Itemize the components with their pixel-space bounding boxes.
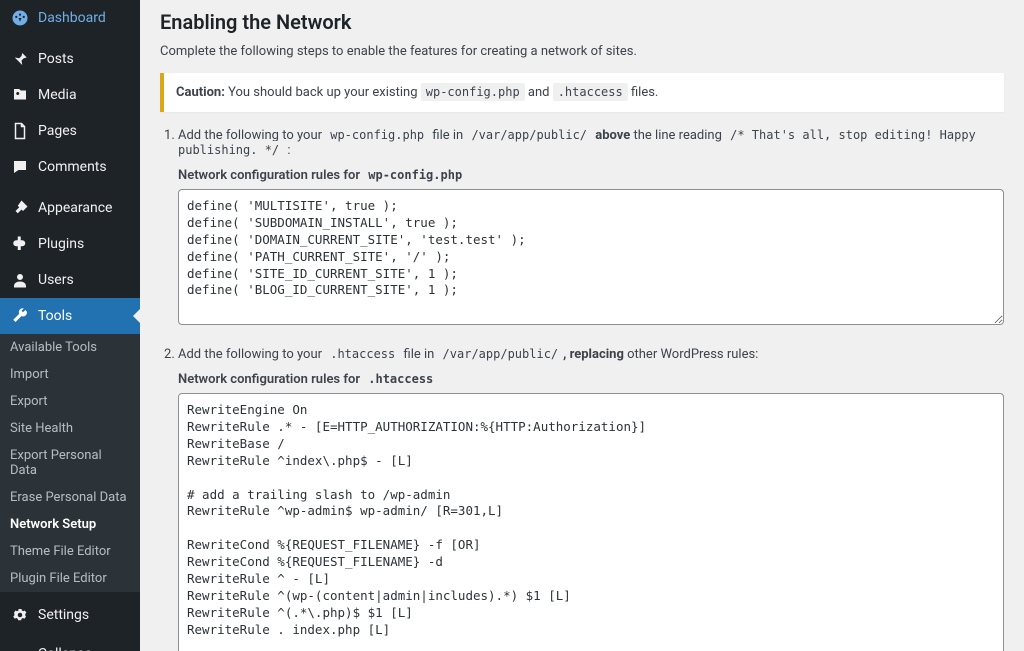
sidebar-item-label: Pages [38, 123, 77, 139]
admin-sidebar: Dashboard Posts Media Pages Comments App… [0, 0, 140, 651]
sidebar-item-label: Settings [38, 607, 89, 623]
code-htaccess: .htaccess [363, 370, 438, 388]
code-wpconfig: wp-config.php [363, 166, 467, 184]
steps-list: Add the following to your wp-config.php … [160, 128, 1004, 651]
step1-colon: : [284, 143, 290, 158]
sidebar-item-tools[interactable]: Tools [0, 298, 140, 334]
sidebar-item-label: Comments [38, 159, 107, 175]
step1-line: the line reading [630, 128, 725, 143]
step2-tail: other WordPress rules: [624, 347, 758, 362]
media-icon [10, 85, 30, 105]
settings-icon [10, 605, 30, 625]
sidebar-item-comments[interactable]: Comments [0, 149, 140, 185]
sidebar-item-label: Collapse menu [38, 646, 130, 651]
wpconfig-rules-textarea[interactable] [178, 189, 1004, 325]
caution-text-1: You should back up your existing [225, 85, 421, 100]
submenu-item-erase-personal[interactable]: Erase Personal Data [0, 484, 140, 511]
step2-replacing: , replacing [563, 347, 624, 362]
page-title: Enabling the Network [160, 10, 1004, 34]
submenu-item-plugin-file-editor[interactable]: Plugin File Editor [0, 565, 140, 592]
sidebar-item-media[interactable]: Media [0, 77, 140, 113]
caution-and: and [525, 85, 553, 100]
step1-mid: file in [429, 128, 466, 143]
sidebar-item-label: Posts [38, 51, 74, 67]
step-2: Add the following to your .htaccess file… [178, 347, 1004, 651]
step-1: Add the following to your wp-config.php … [178, 128, 1004, 329]
plugin-icon [10, 234, 30, 254]
sidebar-item-settings[interactable]: Settings [0, 597, 140, 633]
rules1-label: Network configuration rules for wp-confi… [178, 168, 1004, 183]
sidebar-item-dashboard[interactable]: Dashboard [0, 0, 140, 36]
rules2-label: Network configuration rules for .htacces… [178, 372, 1004, 387]
sidebar-item-label: Tools [38, 308, 72, 324]
submenu-item-export[interactable]: Export [0, 388, 140, 415]
sidebar-item-appearance[interactable]: Appearance [0, 190, 140, 226]
code-htaccess: .htaccess [325, 345, 400, 363]
submenu-item-import[interactable]: Import [0, 361, 140, 388]
code-htaccess: .htaccess [553, 83, 628, 101]
submenu-item-theme-file-editor[interactable]: Theme File Editor [0, 538, 140, 565]
sidebar-item-label: Appearance [38, 200, 112, 216]
sidebar-item-collapse[interactable]: Collapse menu [0, 638, 140, 651]
submenu-item-available-tools[interactable]: Available Tools [0, 334, 140, 361]
caution-label: Caution: [176, 85, 225, 100]
submenu-item-export-personal[interactable]: Export Personal Data [0, 442, 140, 484]
comment-icon [10, 157, 30, 177]
submenu-item-network-setup[interactable]: Network Setup [0, 511, 140, 538]
wrench-icon [10, 306, 30, 326]
sidebar-item-posts[interactable]: Posts [0, 41, 140, 77]
sidebar-item-label: Users [38, 272, 74, 288]
sidebar-item-users[interactable]: Users [0, 262, 140, 298]
sidebar-item-label: Media [38, 87, 77, 103]
sidebar-item-pages[interactable]: Pages [0, 113, 140, 149]
step2-prefix: Add the following to your [178, 347, 325, 362]
dashboard-icon [10, 8, 30, 28]
tools-submenu: Available Tools Import Export Site Healt… [0, 334, 140, 592]
sidebar-item-label: Plugins [38, 236, 84, 252]
sidebar-item-plugins[interactable]: Plugins [0, 226, 140, 262]
code-path: /var/app/public/ [466, 126, 592, 144]
code-wpconfig: wp-config.php [325, 126, 429, 144]
step2-mid: file in [400, 347, 437, 362]
submenu-item-site-health[interactable]: Site Health [0, 415, 140, 442]
main-content: Enabling the Network Complete the follow… [140, 0, 1024, 651]
code-path: /var/app/public/ [438, 345, 564, 363]
intro-text: Complete the following steps to enable t… [160, 44, 1004, 59]
caution-text-2: files. [628, 85, 659, 100]
pin-icon [10, 49, 30, 69]
htaccess-rules-textarea[interactable] [178, 393, 1004, 651]
step1-above: above [592, 128, 630, 143]
brush-icon [10, 198, 30, 218]
sidebar-item-label: Dashboard [38, 10, 106, 26]
code-wpconfig: wp-config.php [421, 83, 525, 101]
caution-notice: Caution: You should back up your existin… [160, 73, 1004, 112]
user-icon [10, 270, 30, 290]
page-icon [10, 121, 30, 141]
